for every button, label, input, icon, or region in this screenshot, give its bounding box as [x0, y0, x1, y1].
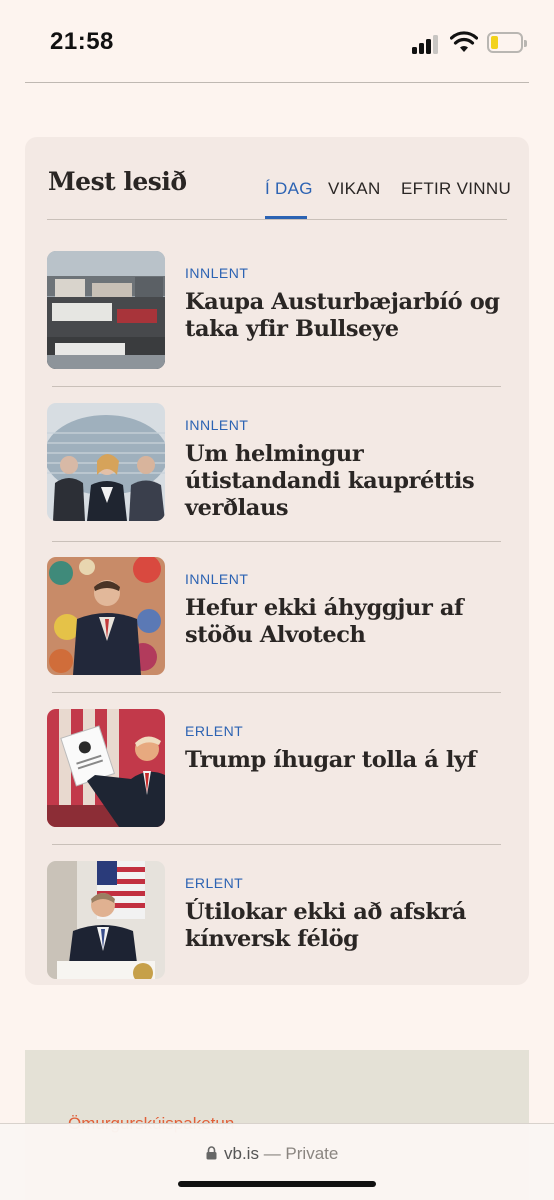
article-item[interactable]: ERLENT Útilokar ekki að afskrá kínversk …: [47, 861, 507, 981]
url-text[interactable]: vb.is — Private: [224, 1144, 338, 1164]
article-item[interactable]: INNLENT Um helmingur útistandandi kaupré…: [47, 403, 507, 523]
article-thumbnail[interactable]: [47, 557, 165, 675]
article-item[interactable]: INNLENT Kaupa Austurbæjarbíó og taka yfi…: [47, 251, 507, 371]
url-domain: vb.is: [224, 1144, 259, 1163]
article-thumbnail[interactable]: [47, 403, 165, 521]
header-divider: [25, 82, 529, 83]
card-title: Mest lesið: [48, 167, 187, 196]
row-divider: [52, 844, 501, 845]
article-item[interactable]: ERLENT Trump íhugar tolla á lyf: [47, 709, 507, 829]
article-headline[interactable]: Útilokar ekki að afskrá kínversk félög: [185, 899, 515, 953]
article-category[interactable]: INNLENT: [185, 417, 248, 433]
lock-icon: [206, 1146, 217, 1160]
article-category[interactable]: ERLENT: [185, 723, 243, 739]
row-divider: [52, 386, 501, 387]
tab-after-work[interactable]: EFTIR VINNU: [401, 179, 511, 199]
article-headline[interactable]: Trump íhugar tolla á lyf: [185, 747, 515, 774]
status-time: 21:58: [50, 28, 114, 55]
article-category[interactable]: INNLENT: [185, 571, 248, 587]
cellular-signal-icon: [412, 34, 442, 54]
article-headline[interactable]: Hefur ekki áhyggjur af stöðu Alvotech: [185, 595, 515, 649]
article-thumbnail[interactable]: [47, 251, 165, 369]
tab-week[interactable]: VIKAN: [328, 179, 381, 199]
article-thumbnail[interactable]: [47, 861, 165, 979]
home-indicator[interactable]: [178, 1181, 376, 1187]
wifi-icon: [449, 30, 479, 54]
article-headline[interactable]: Um helmingur útistandandi kaupréttis ver…: [185, 441, 515, 522]
article-headline[interactable]: Kaupa Austurbæjarbíó og taka yfir Bullse…: [185, 289, 515, 343]
tabs-divider: [47, 219, 507, 220]
battery-icon: [487, 32, 527, 53]
row-divider: [52, 541, 501, 542]
browser-url-bar[interactable]: vb.is — Private: [0, 1123, 554, 1200]
status-bar: 21:58: [0, 0, 554, 82]
article-category[interactable]: INNLENT: [185, 265, 248, 281]
tab-today[interactable]: Í DAG: [265, 179, 313, 199]
article-item[interactable]: INNLENT Hefur ekki áhyggjur af stöðu Alv…: [47, 557, 507, 677]
most-read-card: Mest lesið Í DAG VIKAN EFTIR VINNU INNLE…: [25, 137, 529, 985]
url-private-label: — Private: [258, 1144, 339, 1163]
row-divider: [52, 692, 501, 693]
article-thumbnail[interactable]: [47, 709, 165, 827]
article-category[interactable]: ERLENT: [185, 875, 243, 891]
